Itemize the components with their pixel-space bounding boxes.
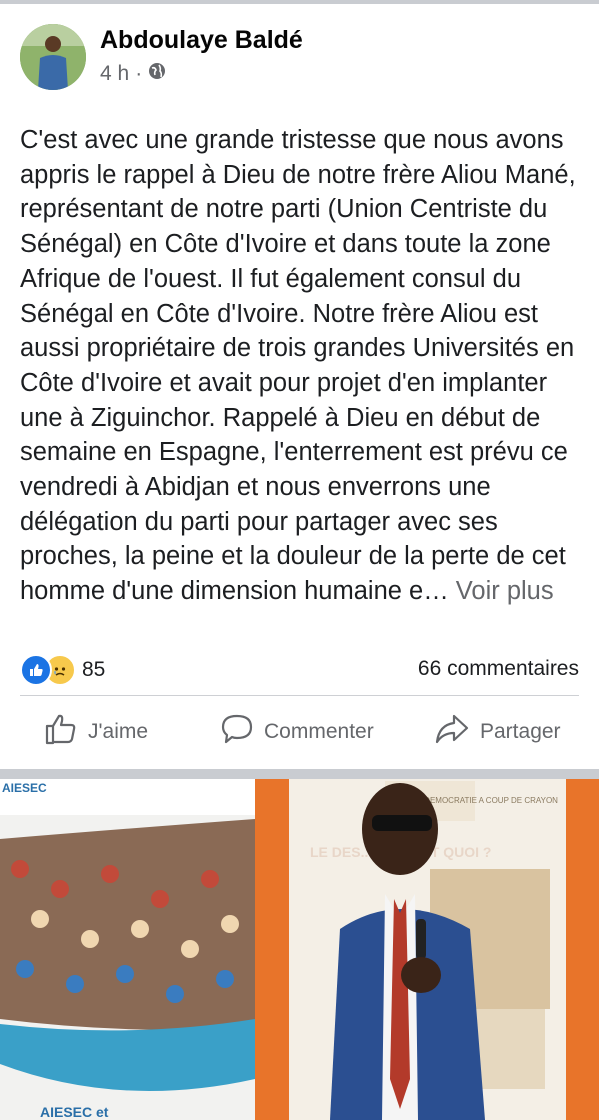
post-actions: J'aime Commenter Partager [20,712,579,758]
reaction-summary[interactable]: 85 [20,654,105,686]
comment-count[interactable]: 66 commentaires [418,657,579,681]
like-button[interactable]: J'aime [44,712,148,752]
left-banner-top: AIESEC [2,781,47,795]
meta-separator: · [135,62,143,85]
comment-button[interactable]: Commenter [220,712,374,752]
post-time[interactable]: 4 h [100,62,129,86]
see-more-link[interactable]: Voir plus [456,577,554,605]
reaction-count: 85 [82,658,106,681]
author-avatar[interactable] [20,24,86,90]
globe-icon [148,62,166,86]
post-text: C'est avec une grande tristesse que nous… [20,123,585,609]
stats-divider [20,695,579,696]
post-meta: 4 h · [100,62,166,86]
share-label: Partager [480,720,561,743]
comment-icon [220,712,254,752]
top-divider [0,0,599,4]
author-name[interactable]: Abdoulaye Baldé [100,26,303,55]
share-icon [434,712,470,752]
post-body: C'est avec une grande tristesse que nous… [20,126,576,606]
like-icon [20,654,52,686]
post-photo[interactable]: AIESEC AIESEC et PAIX ET DEMOCRATIE A CO… [0,779,599,1120]
thumbs-up-icon [44,712,78,752]
post-stats: 85 66 commentaires [20,654,579,686]
share-button[interactable]: Partager [434,712,561,752]
section-separator [0,769,599,779]
like-label: J'aime [88,720,149,743]
left-banner-bottom: AIESEC et [40,1104,109,1120]
post-header: Abdoulaye Baldé 4 h · [20,24,580,92]
comment-label: Commenter [264,720,374,743]
